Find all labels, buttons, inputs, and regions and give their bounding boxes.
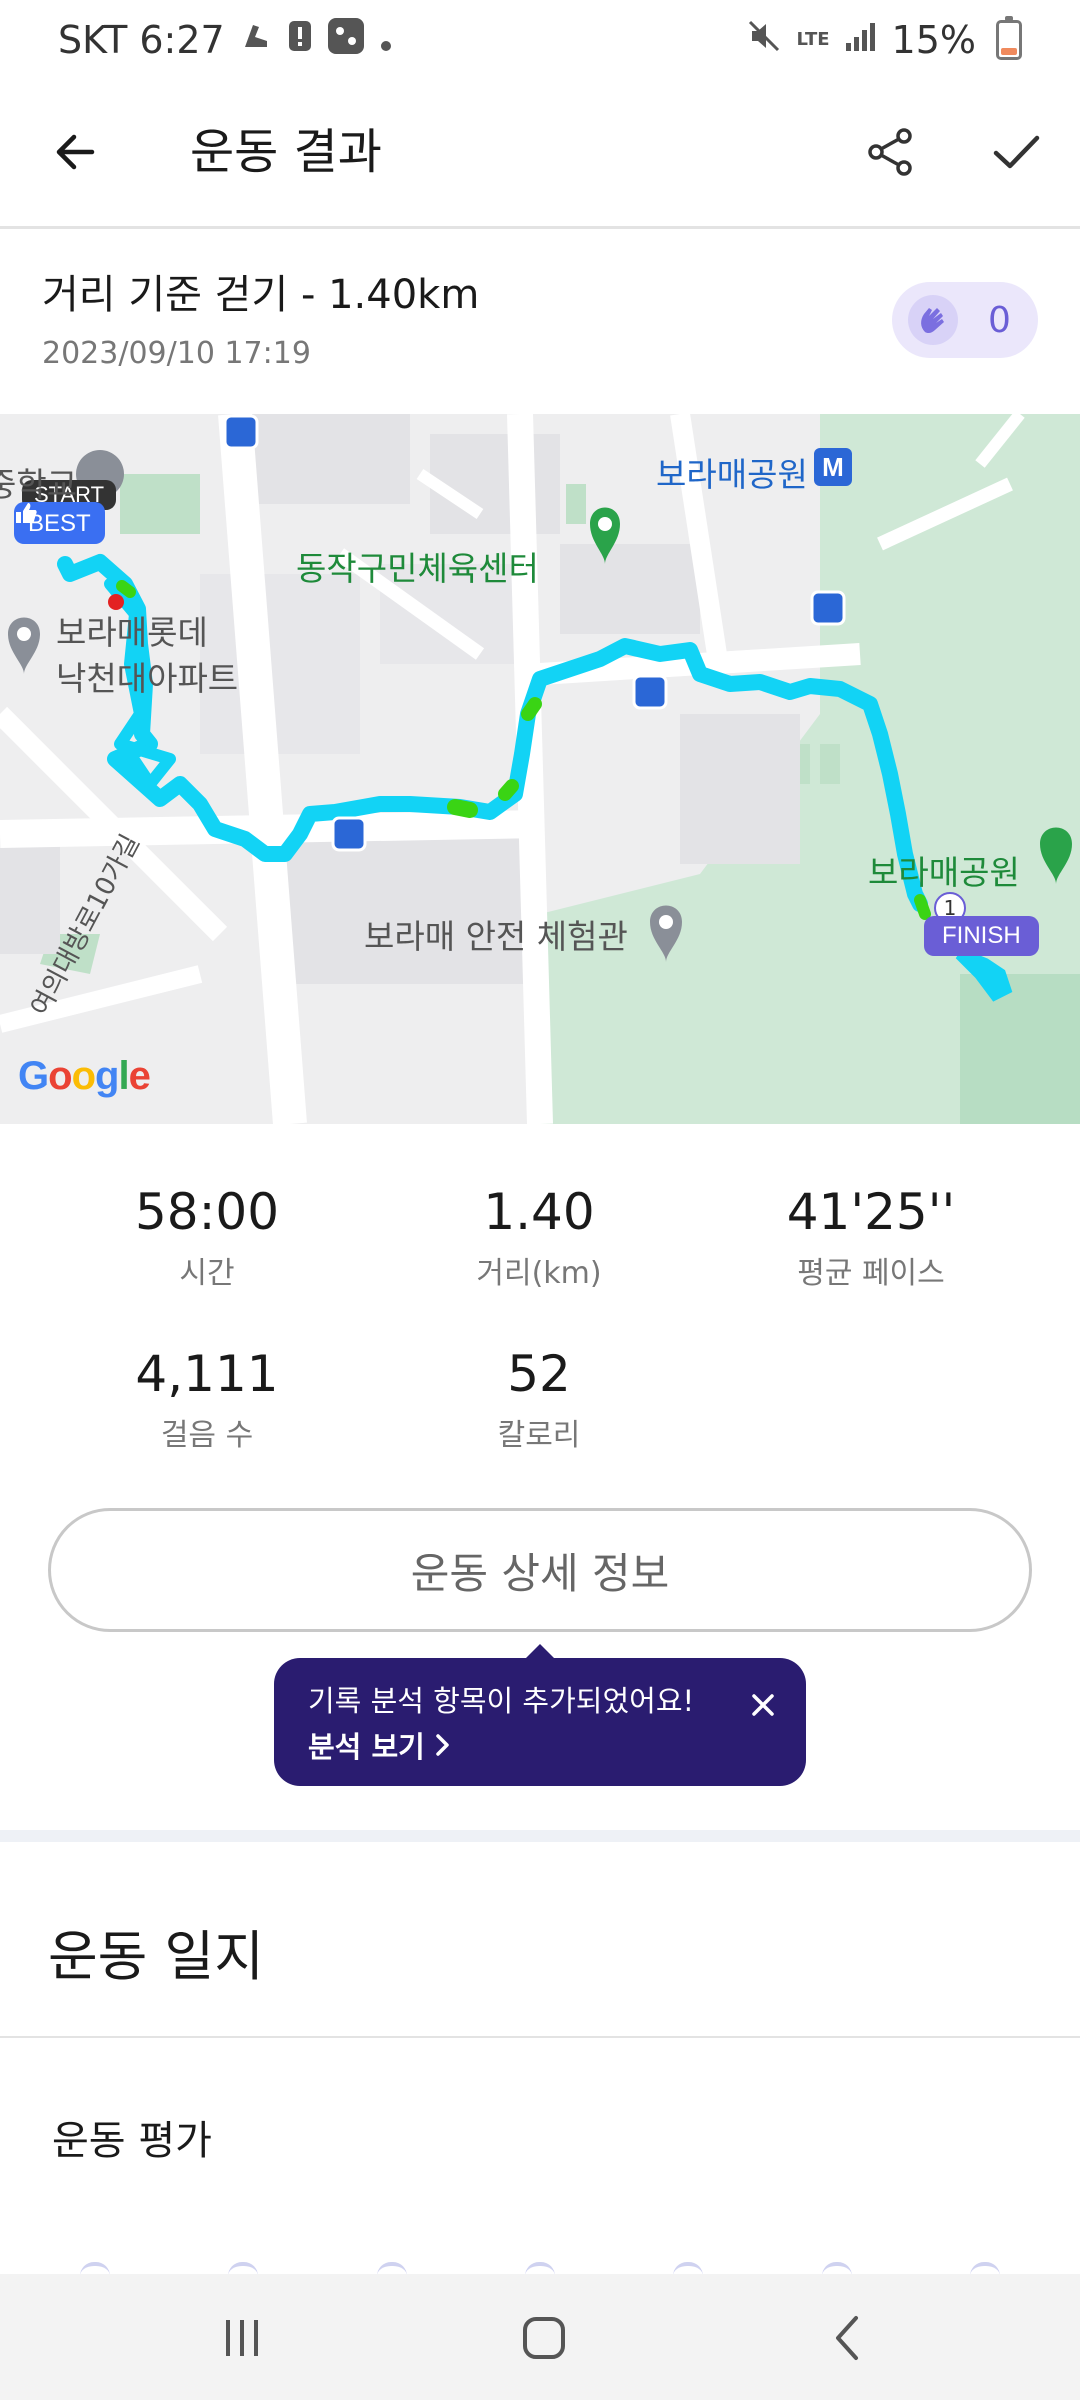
close-icon xyxy=(752,1694,774,1716)
home-button[interactable] xyxy=(514,2312,574,2364)
section-divider xyxy=(0,1830,1080,1842)
map-label-apartment-line2: 낙천대아파트 xyxy=(56,659,239,698)
system-nav-bar xyxy=(0,2274,1080,2400)
header-divider xyxy=(0,226,1080,229)
map-canvas xyxy=(0,414,1080,1124)
evaluation-label: 운동 평가 xyxy=(52,2118,212,2164)
map-label-sports-center: 동작구민체육센터 xyxy=(296,549,539,588)
view-analysis-link[interactable]: 분석 보기 xyxy=(308,1724,772,1766)
app-bar: 운동 결과 xyxy=(0,90,1080,220)
stat-avg-pace: 41'25'' 평균 페이스 xyxy=(711,1182,1031,1292)
tooltip-close-button[interactable] xyxy=(750,1688,776,1726)
status-bar: SKT 6:27 LTE 15% xyxy=(0,0,1080,80)
journal-divider xyxy=(0,2036,1080,2038)
metro-icon: M xyxy=(814,448,852,486)
check-icon xyxy=(993,135,1040,169)
workout-title: 거리 기준 걷기 - 1.40km xyxy=(42,272,480,318)
google-logo: Google xyxy=(18,1054,151,1098)
journal-title: 운동 일지 xyxy=(48,1925,264,1988)
mute-icon xyxy=(746,18,782,63)
stat-steps: 4,111 걸음 수 xyxy=(47,1344,367,1454)
stat-value: 58:00 xyxy=(134,1183,280,1241)
stat-value: 1.40 xyxy=(483,1183,595,1241)
alert-icon xyxy=(287,18,313,62)
route-map[interactable]: START BEST 1 FINISH M 중학교 보라매공원 동작구민체육센터… xyxy=(0,414,1080,1124)
stat-label: 시간 xyxy=(179,1256,235,1291)
stat-label: 평균 페이스 xyxy=(797,1256,945,1291)
app-notification-icon xyxy=(327,17,365,64)
finish-marker: FINISH xyxy=(924,916,1039,956)
stat-value: 41'25'' xyxy=(786,1183,956,1241)
lte-icon: LTE xyxy=(796,29,830,50)
map-label-apartment-line1: 보라매롯데 xyxy=(56,613,208,652)
chevron-left-icon xyxy=(836,2316,858,2360)
share-button[interactable] xyxy=(858,120,922,184)
stat-value: 52 xyxy=(507,1345,571,1403)
analysis-tooltip: 기록 분석 항목이 추가되었어요! 분석 보기 xyxy=(274,1644,806,1786)
share-icon xyxy=(868,128,912,176)
stat-label: 거리(km) xyxy=(476,1256,602,1291)
confirm-button[interactable] xyxy=(984,120,1048,184)
back-button[interactable] xyxy=(44,120,108,184)
home-icon xyxy=(523,2317,565,2359)
recent-apps-icon xyxy=(226,2320,258,2356)
stat-time: 58:00 시간 xyxy=(47,1182,367,1292)
page-title: 운동 결과 xyxy=(190,124,382,180)
evaluation-scale[interactable] xyxy=(80,2262,1000,2274)
signal-icon xyxy=(844,18,878,62)
stat-distance: 1.40 거리(km) xyxy=(379,1182,699,1292)
tooltip-message: 기록 분석 항목이 추가되었어요! xyxy=(308,1684,695,1718)
stat-value: 4,111 xyxy=(135,1345,279,1403)
system-back-button[interactable] xyxy=(818,2312,878,2364)
map-label-park-station: 보라매공원 xyxy=(656,455,808,494)
battery-percent: 15% xyxy=(891,18,976,62)
battery-icon xyxy=(996,16,1022,60)
map-label-park: 보라매공원 xyxy=(868,853,1020,892)
stat-label: 칼로리 xyxy=(497,1418,581,1453)
chevron-right-icon xyxy=(436,1734,449,1756)
view-analysis-label: 분석 보기 xyxy=(308,1730,425,1764)
workout-date: 2023/09/10 17:19 xyxy=(42,336,311,371)
clapping-hands-icon xyxy=(908,295,958,345)
recent-apps-button[interactable] xyxy=(212,2312,272,2364)
stat-calories: 52 칼로리 xyxy=(379,1344,699,1454)
carrier-time: SKT 6:27 xyxy=(58,18,225,62)
more-notifications-dot-icon xyxy=(379,18,393,62)
map-label-school: 중학교 xyxy=(0,465,78,504)
map-label-safety-center: 보라매 안전 체험관 xyxy=(364,917,628,956)
clap-count: 0 xyxy=(988,299,1011,341)
stat-label: 걸음 수 xyxy=(160,1418,254,1453)
clap-button[interactable]: 0 xyxy=(892,282,1038,358)
workout-details-button[interactable]: 운동 상세 정보 xyxy=(48,1508,1032,1632)
walking-shoe-icon xyxy=(239,18,273,62)
best-badge: BEST xyxy=(14,502,105,544)
arrow-left-icon xyxy=(56,134,95,170)
